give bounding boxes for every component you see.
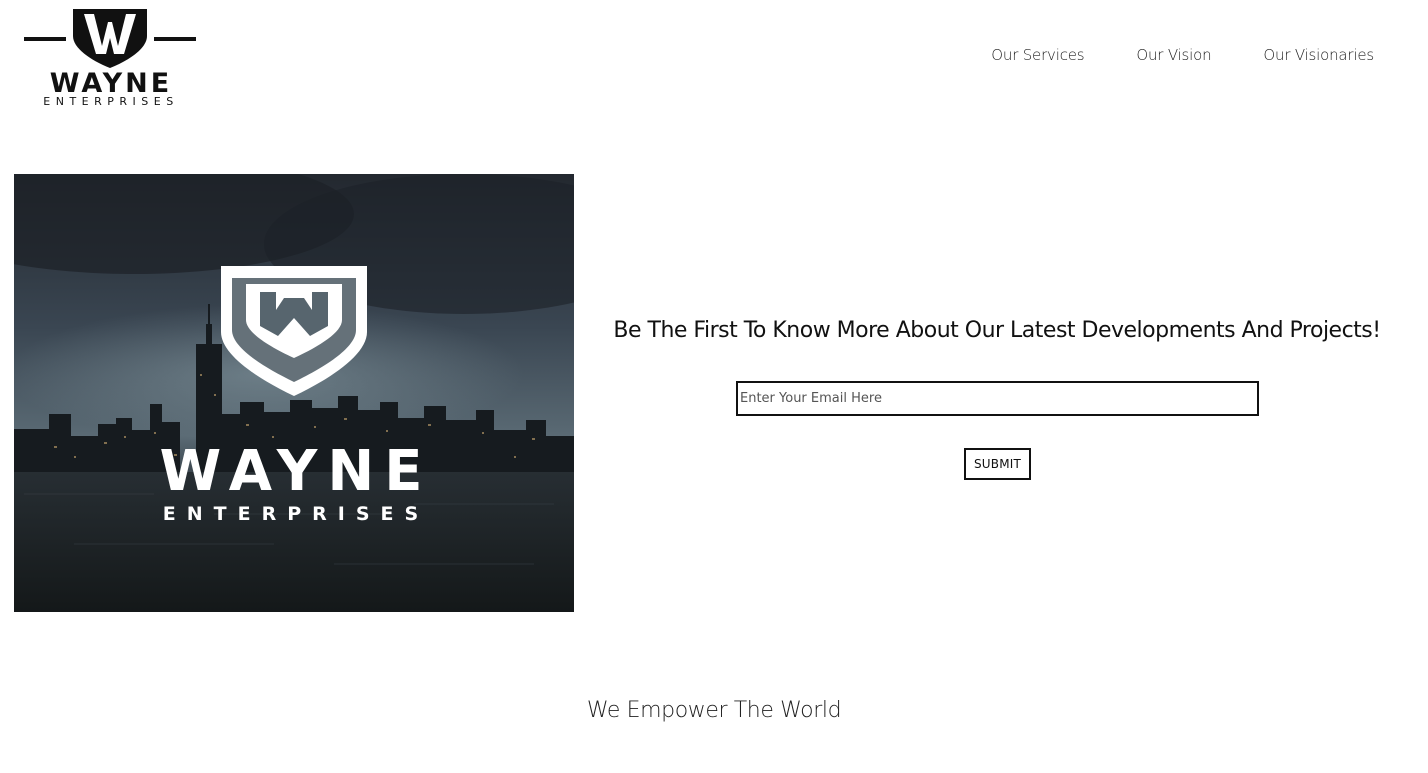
submit-button[interactable]: SUBMIT <box>964 448 1031 480</box>
main-nav: Our Services Our Vision Our Visionaries <box>991 44 1374 66</box>
signup-heading: Be The First To Know More About Our Late… <box>613 318 1381 343</box>
svg-text:WAYNE: WAYNE <box>160 439 433 504</box>
svg-text:ENTERPRISES: ENTERPRISES <box>163 503 429 525</box>
page: WAYNE ENTERPRISES Our Services Our Visio… <box>0 0 1428 773</box>
nav-link-our-services[interactable]: Our Services <box>991 44 1084 66</box>
hero-image: WAYNE ENTERPRISES <box>14 174 574 612</box>
email-input[interactable] <box>736 381 1259 416</box>
svg-text:ENTERPRISES: ENTERPRISES <box>43 95 178 108</box>
wayne-enterprises-logo[interactable]: WAYNE ENTERPRISES <box>20 6 202 110</box>
nav-link-our-visionaries[interactable]: Our Visionaries <box>1263 44 1374 66</box>
nav-link-our-vision[interactable]: Our Vision <box>1136 44 1211 66</box>
logo-mark-icon: WAYNE ENTERPRISES <box>24 9 196 108</box>
tagline-heading: We Empower The World <box>586 698 842 723</box>
